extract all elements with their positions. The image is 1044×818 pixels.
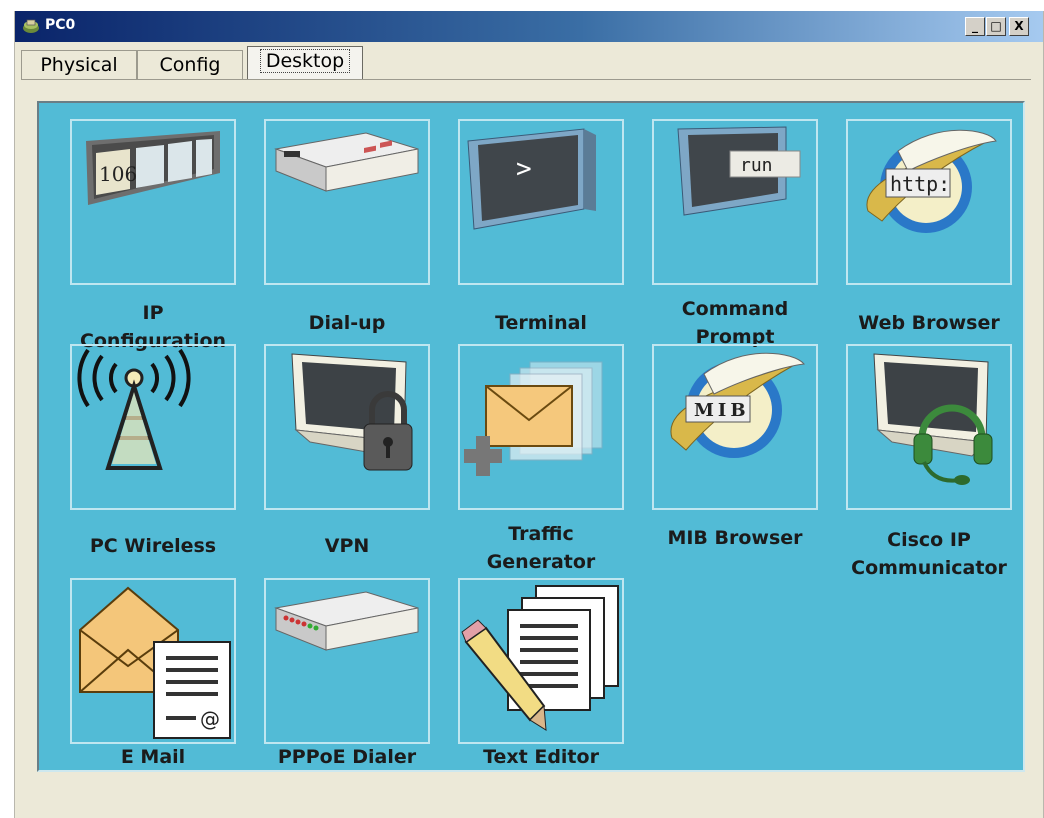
- close-button[interactable]: X: [1009, 17, 1029, 36]
- label-text-editor: Text Editor: [483, 746, 599, 768]
- label-dial-up: Dial-up: [308, 312, 386, 334]
- app-command-prompt[interactable]: run: [652, 119, 818, 285]
- app-ip-configuration[interactable]: 106: [70, 119, 236, 285]
- app-email[interactable]: @: [70, 578, 236, 744]
- text-editor-icon: [461, 585, 619, 731]
- label-traffic-generator: Traffic Generator: [486, 523, 596, 573]
- window-title: PC0: [45, 17, 76, 33]
- label-cisco-ip-communicator: Cisco IP Communicator: [851, 529, 1007, 579]
- app-vpn[interactable]: [264, 344, 430, 510]
- traffic-generator-icon: [464, 361, 603, 476]
- label-command-prompt: Command Prompt: [681, 298, 789, 348]
- wireless-tower-icon: [77, 348, 191, 470]
- tab-panel-border: [21, 79, 1031, 80]
- app-pc-wireless[interactable]: [70, 344, 236, 510]
- app-terminal[interactable]: >: [458, 119, 624, 285]
- app-traffic-generator[interactable]: [458, 344, 624, 510]
- pppoe-dialer-icon: [274, 591, 419, 651]
- app-mib-browser[interactable]: MIB: [652, 344, 818, 510]
- modem-icon: [274, 132, 419, 192]
- tab-config[interactable]: Config: [137, 50, 243, 80]
- app-pppoe-dialer[interactable]: [264, 578, 430, 744]
- svg-text:106: 106: [99, 162, 137, 186]
- svg-text:>: >: [516, 154, 532, 184]
- minimize-button[interactable]: _: [965, 17, 985, 36]
- svg-text:MIB: MIB: [694, 400, 750, 421]
- desktop-panel: 106 > run http: IP Configuration Dial-up…: [37, 101, 1025, 772]
- tab-physical[interactable]: Physical: [21, 50, 137, 80]
- label-email: E Mail: [120, 746, 186, 768]
- email-icon: @: [79, 586, 231, 739]
- label-vpn: VPN: [324, 535, 370, 557]
- svg-text:@: @: [200, 707, 220, 731]
- tab-desktop[interactable]: Desktop: [247, 46, 363, 80]
- title-bar[interactable]: PC0 _ □ X: [15, 11, 1043, 42]
- terminal-icon: >: [467, 128, 596, 230]
- label-pppoe-dialer: PPPoE Dialer: [277, 746, 417, 768]
- ip-configuration-icon: 106: [86, 131, 220, 205]
- pc0-window: PC0 _ □ X Physical Config Desktop 106 > …: [14, 11, 1044, 818]
- app-cisco-ip-communicator[interactable]: [846, 344, 1012, 510]
- label-web-browser: Web Browser: [858, 312, 1000, 334]
- vpn-lock-icon: [291, 353, 413, 471]
- command-prompt-icon: run: [677, 126, 801, 216]
- mib-browser-icon: MIB: [670, 352, 805, 458]
- pc-app-icon: [23, 19, 39, 33]
- svg-text:http:: http:: [890, 172, 950, 196]
- app-text-editor[interactable]: [458, 578, 624, 744]
- headset-icon: [873, 353, 993, 485]
- svg-text:run: run: [740, 155, 773, 176]
- app-web-browser[interactable]: http:: [846, 119, 1012, 285]
- label-mib-browser: MIB Browser: [667, 527, 803, 549]
- label-terminal: Terminal: [495, 312, 587, 334]
- app-dial-up[interactable]: [264, 119, 430, 285]
- web-browser-icon: http:: [866, 129, 997, 233]
- maximize-button[interactable]: □: [986, 17, 1006, 36]
- label-pc-wireless: PC Wireless: [89, 535, 217, 557]
